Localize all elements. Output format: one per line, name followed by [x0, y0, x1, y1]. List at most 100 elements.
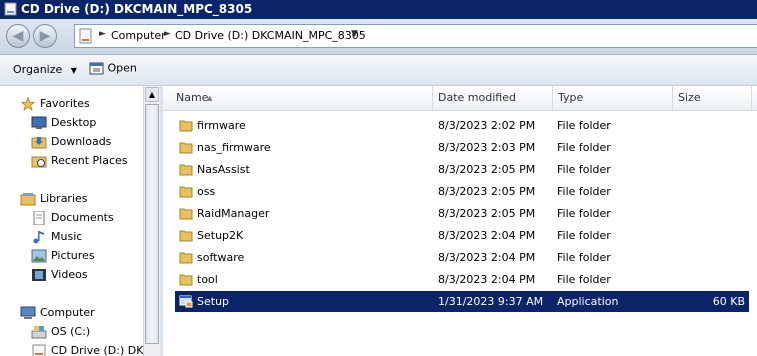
back-button[interactable]: ◀ — [6, 24, 30, 48]
cd-drive-icon — [32, 344, 46, 356]
folder-icon — [179, 230, 193, 242]
breadcrumb-computer[interactable]: Computer — [111, 29, 166, 42]
nav-documents-label: Documents — [51, 211, 114, 224]
organize-label: Organize — [13, 63, 63, 76]
nav-pictures-label: Pictures — [51, 249, 95, 262]
computer-icon — [20, 306, 36, 319]
column-date-modified[interactable]: Date modified — [433, 86, 553, 110]
column-type[interactable]: Type — [553, 86, 673, 110]
window-title: CD Drive (D:) DKCMAIN_MPC_8305 — [21, 2, 253, 16]
folder-icon — [179, 208, 193, 220]
file-row-oss[interactable]: oss 8/3/2023 2:05 PM File folder — [175, 181, 749, 202]
column-size[interactable]: Size — [673, 86, 752, 110]
folder-icon — [179, 252, 193, 264]
file-name: NasAssist — [197, 163, 250, 176]
file-size: 60 KB — [712, 295, 745, 308]
star-icon — [20, 97, 36, 111]
file-type: File folder — [557, 185, 611, 198]
file-name: oss — [197, 185, 216, 198]
nav-favorites-label: Favorites — [40, 97, 90, 110]
file-type: File folder — [557, 251, 611, 264]
address-bar[interactable]: ► Computer ► CD Drive (D:) DKCMAIN_MPC_8… — [74, 24, 757, 48]
file-type: File folder — [557, 229, 611, 242]
hard-drive-icon — [31, 326, 47, 339]
column-date-label: Date modified — [438, 91, 516, 104]
file-row-nas-firmware[interactable]: nas_firmware 8/3/2023 2:03 PM File folde… — [175, 137, 749, 158]
recent-places-icon — [31, 156, 47, 168]
navigation-bar: ◀ ▶ ► Computer ► CD Drive (D:) DKCMAIN_M… — [0, 19, 757, 55]
videos-icon — [32, 269, 46, 281]
file-row-tool[interactable]: tool 8/3/2023 2:04 PM File folder — [175, 269, 749, 290]
file-type: File folder — [557, 273, 611, 286]
breadcrumb-separator-icon[interactable]: ► — [164, 29, 171, 39]
file-type: File folder — [557, 119, 611, 132]
title-bar: CD Drive (D:) DKCMAIN_MPC_8305 — [0, 0, 757, 19]
breadcrumb-dropdown-icon[interactable]: ▼ — [351, 29, 358, 39]
column-header: Name ▲ Date modified Type Size — [163, 86, 757, 111]
file-date: 8/3/2023 2:02 PM — [438, 119, 536, 132]
downloads-icon — [31, 137, 47, 149]
command-bar: Organize ▼ Open — [0, 55, 757, 86]
scrollbar-thumb[interactable] — [145, 104, 159, 344]
folder-icon — [179, 142, 193, 154]
file-type: File folder — [557, 207, 611, 220]
file-name: tool — [197, 273, 218, 286]
folder-icon — [179, 274, 193, 286]
file-date: 8/3/2023 2:05 PM — [438, 163, 536, 176]
nav-cd-drive-label: CD Drive (D:) DKCM — [51, 344, 143, 356]
navigation-pane: Favorites Desktop Downloads Recent Place… — [0, 86, 143, 356]
cd-drive-icon — [4, 2, 17, 16]
file-row-nasassist[interactable]: NasAssist 8/3/2023 2:05 PM File folder — [175, 159, 749, 180]
file-date: 8/3/2023 2:05 PM — [438, 185, 536, 198]
sort-ascending-icon: ▲ — [207, 94, 213, 102]
open-button[interactable]: Open — [89, 61, 137, 76]
nav-recent-places-label: Recent Places — [51, 154, 128, 167]
file-name: RaidManager — [197, 207, 270, 220]
nav-desktop-label: Desktop — [51, 116, 97, 129]
file-row-software[interactable]: software 8/3/2023 2:04 PM File folder — [175, 247, 749, 268]
pictures-icon — [31, 249, 47, 263]
file-row-setup2k[interactable]: Setup2K 8/3/2023 2:04 PM File folder — [175, 225, 749, 246]
file-list-pane: Name ▲ Date modified Type Size firmware … — [163, 86, 757, 356]
breadcrumb-cd-drive[interactable]: CD Drive (D:) DKCMAIN_MPC_8305 — [175, 29, 366, 42]
address-chevron-icon[interactable]: ► — [99, 29, 106, 39]
scroll-up-icon[interactable]: ▲ — [145, 87, 159, 102]
application-icon — [179, 295, 193, 308]
organize-dropdown-icon: ▼ — [70, 66, 77, 75]
file-type: File folder — [557, 163, 611, 176]
forward-button[interactable]: ▶ — [33, 24, 57, 48]
organize-button[interactable]: Organize ▼ — [13, 63, 77, 76]
file-row-setup[interactable]: Setup 1/31/2023 9:37 AM Application 60 K… — [175, 291, 749, 312]
file-name: software — [197, 251, 245, 264]
nav-videos-label: Videos — [51, 268, 88, 281]
nav-os-drive-label: OS (C:) — [51, 325, 91, 338]
nav-libraries-label: Libraries — [40, 192, 88, 205]
column-name[interactable]: Name ▲ — [163, 86, 433, 110]
file-row-firmware[interactable]: firmware 8/3/2023 2:02 PM File folder — [175, 115, 749, 136]
navigation-scrollbar[interactable]: ▲ — [143, 86, 160, 356]
folder-icon — [179, 164, 193, 176]
open-icon — [89, 62, 104, 75]
file-name: firmware — [197, 119, 246, 132]
drive-icon — [79, 28, 92, 44]
nav-downloads-label: Downloads — [51, 135, 112, 148]
file-date: 8/3/2023 2:05 PM — [438, 207, 536, 220]
open-label: Open — [107, 61, 137, 75]
column-name-label: Name — [176, 91, 209, 104]
file-row-raidmanager[interactable]: RaidManager 8/3/2023 2:05 PM File folder — [175, 203, 749, 224]
nav-computer-label: Computer — [40, 306, 95, 319]
file-name: nas_firmware — [197, 141, 271, 154]
column-size-label: Size — [678, 91, 701, 104]
file-date: 8/3/2023 2:04 PM — [438, 273, 536, 286]
folder-icon — [179, 120, 193, 132]
file-type: Application — [557, 295, 619, 308]
file-name: Setup2K — [197, 229, 244, 242]
music-icon — [33, 231, 44, 244]
file-date: 8/3/2023 2:03 PM — [438, 141, 536, 154]
forward-arrow-icon: ▶ — [39, 28, 51, 44]
file-date: 8/3/2023 2:04 PM — [438, 229, 536, 242]
file-name: Setup — [197, 295, 230, 308]
file-date: 8/3/2023 2:04 PM — [438, 251, 536, 264]
nav-music-label: Music — [51, 230, 83, 243]
libraries-icon — [20, 193, 36, 206]
